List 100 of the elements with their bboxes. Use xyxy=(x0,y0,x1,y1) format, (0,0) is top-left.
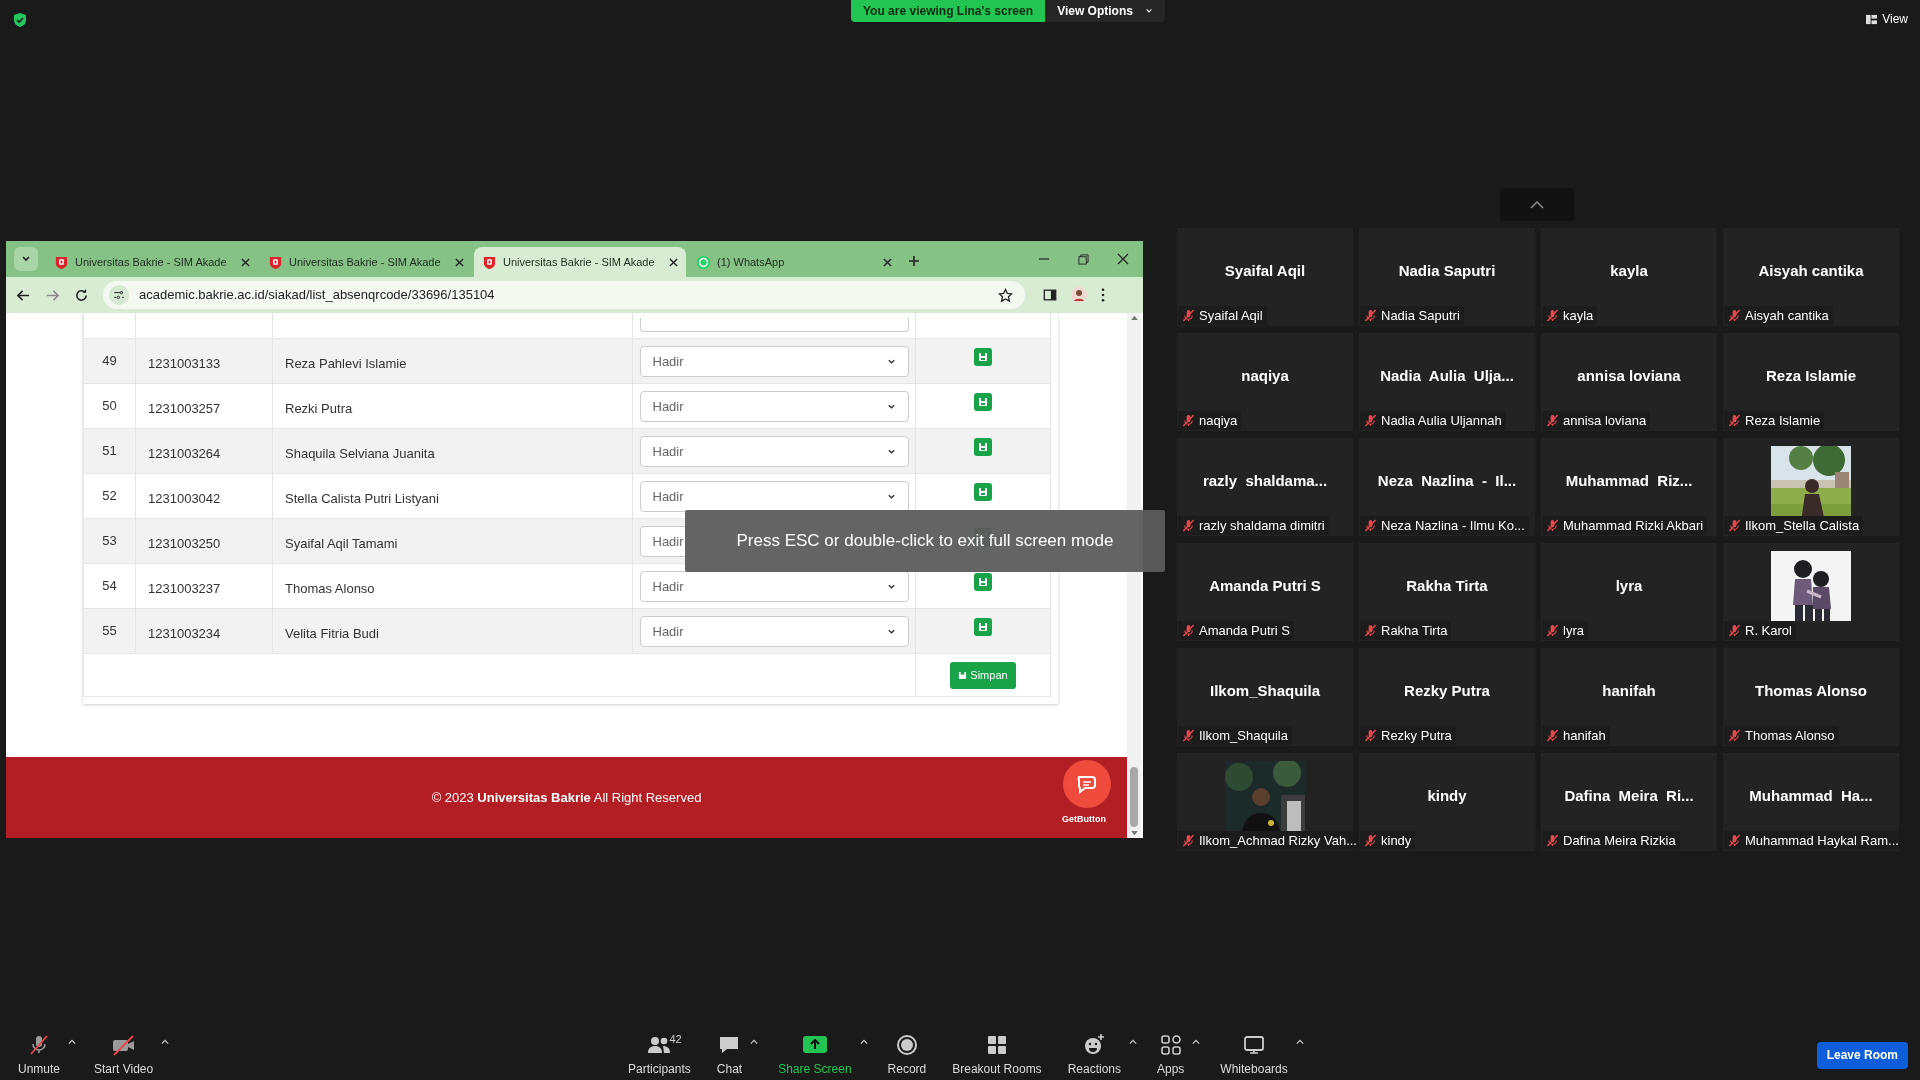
participant-label: Syaifal Aqil xyxy=(1199,306,1263,325)
participant-label: razly shaldama dimitri xyxy=(1199,516,1325,535)
save-button[interactable] xyxy=(974,618,992,636)
video-tile[interactable]: Thomas Alonso Thomas Alonso xyxy=(1723,648,1899,746)
side-panel-icon[interactable] xyxy=(1043,288,1057,302)
toolbar-button[interactable]: Reactions xyxy=(1061,1032,1127,1078)
restore-icon[interactable] xyxy=(1078,254,1089,265)
save-button[interactable] xyxy=(974,438,992,456)
toolbar-button[interactable]: Apps xyxy=(1151,1032,1191,1078)
participant-label: Aisyah cantika xyxy=(1745,306,1829,325)
star-icon[interactable] xyxy=(998,287,1013,303)
caret-icon[interactable] xyxy=(161,1038,170,1045)
row-number: 51 xyxy=(102,442,117,460)
video-tile[interactable]: lyra lyra xyxy=(1541,543,1717,641)
caret-icon[interactable] xyxy=(1192,1038,1201,1045)
status-select[interactable]: Hadir xyxy=(639,346,909,377)
browser-tab[interactable]: Universitas Bakrie - SIM Akade xyxy=(474,247,686,277)
scrollbar-thumb[interactable] xyxy=(1130,767,1138,827)
new-tab-icon[interactable] xyxy=(908,255,920,267)
video-tile[interactable]: annisa loviana annisa loviana xyxy=(1541,333,1717,431)
caret-icon[interactable] xyxy=(68,1038,77,1045)
participant-name: Ilkom_Shaquila xyxy=(1209,680,1320,701)
toolbar-button[interactable]: Participants 42 xyxy=(622,1032,697,1078)
muted-microphone-icon xyxy=(1364,309,1377,322)
video-tile[interactable]: Aisyah cantika Aisyah cantika xyxy=(1723,228,1899,326)
browser-tab[interactable]: Universitas Bakrie - SIM Akade xyxy=(46,247,258,277)
fullscreen-toast: Press ESC or double-click to exit full screen mode xyxy=(685,510,1165,572)
reload-icon[interactable] xyxy=(74,287,89,303)
scroll-up-icon[interactable] xyxy=(1130,315,1138,320)
caret-icon xyxy=(1530,200,1544,209)
caret-icon[interactable] xyxy=(750,1038,759,1045)
participant-label: hanifah xyxy=(1563,726,1606,745)
browser-tab[interactable]: (1) WhatsApp xyxy=(688,247,900,277)
caret-icon[interactable] xyxy=(1129,1038,1137,1045)
save-button[interactable] xyxy=(974,348,992,366)
video-tile[interactable]: Syaifal Aqil Syaifal Aqil xyxy=(1177,228,1353,326)
browser-tab[interactable]: Universitas Bakrie - SIM Akade xyxy=(260,247,472,277)
copyright-text: © 2023 Universitas Bakrie All Right Reserved xyxy=(431,788,702,807)
toolbar-button[interactable]: Breakout Rooms xyxy=(946,1032,1048,1078)
save-button[interactable] xyxy=(974,573,992,591)
chat-bubble-icon xyxy=(696,254,711,270)
close-icon[interactable] xyxy=(241,257,250,267)
participant-label: Dafina Meira Rizkia xyxy=(1563,831,1676,850)
muted-microphone-icon xyxy=(1364,834,1377,847)
toolbar-button[interactable]: Chat xyxy=(710,1032,749,1078)
toolbar-button[interactable]: Unmute xyxy=(12,1032,67,1078)
video-tile[interactable]: Rezky Putra Rezky Putra xyxy=(1359,648,1535,746)
close-icon[interactable] xyxy=(1117,253,1129,265)
status-select[interactable]: Hadir xyxy=(639,571,909,602)
status-select[interactable]: Hadir xyxy=(639,391,909,422)
video-off-icon xyxy=(110,1032,137,1057)
video-tile[interactable]: kayla kayla xyxy=(1541,228,1717,326)
address-bar[interactable]: academic.bakrie.ac.id/siakad/list_absenqrcode/33696/135104 xyxy=(103,281,1025,309)
video-tile[interactable]: naqiya naqiya xyxy=(1177,333,1353,431)
toolbar-button[interactable]: Start Video xyxy=(88,1032,160,1078)
save-button[interactable] xyxy=(974,483,992,501)
status-select[interactable]: Hadir xyxy=(639,481,909,512)
leave-room-button[interactable]: Leave Room xyxy=(1816,1041,1908,1069)
save-button[interactable] xyxy=(974,393,992,411)
close-icon[interactable] xyxy=(669,257,678,267)
shield-logo-icon xyxy=(54,254,69,270)
video-tile[interactable]: Nadia Saputri Nadia Saputri xyxy=(1359,228,1535,326)
muted-microphone-icon xyxy=(1364,414,1377,427)
status-select[interactable]: Hadir xyxy=(639,436,909,467)
menu-icon[interactable] xyxy=(1101,288,1105,302)
status-select[interactable]: Hadir xyxy=(639,616,909,647)
view-options-button[interactable]: View Options xyxy=(1045,0,1166,22)
video-tile[interactable]: Nadia Aulia Ulja... Nadia Aulia Uljannah xyxy=(1359,333,1535,431)
profile-avatar-icon[interactable] xyxy=(1071,287,1087,303)
video-tile[interactable]: Ilkom_Shaquila Ilkom_Shaquila xyxy=(1177,648,1353,746)
video-tile[interactable]: razly shaldama... razly shaldama dimitri xyxy=(1177,438,1353,536)
caret-icon xyxy=(886,582,896,591)
participant-name: Syaifal Aqil xyxy=(1224,260,1306,281)
video-tile[interactable]: Muhammad Riz... Muhammad Rizki Akbari xyxy=(1541,438,1717,536)
student-name: Shaquila Selviana Juanita xyxy=(285,446,435,461)
close-icon[interactable] xyxy=(455,257,464,267)
video-tile[interactable]: Neza Nazlina - Il... Neza Nazlina - Ilmu Ko... xyxy=(1359,438,1535,536)
site-settings-icon[interactable] xyxy=(109,285,129,305)
tab-list-button[interactable] xyxy=(14,247,38,271)
video-tile[interactable]: R. Karol xyxy=(1723,543,1899,641)
student-name: Velita Fitria Budi xyxy=(285,626,379,641)
video-tile[interactable]: kindy kindy xyxy=(1359,753,1535,851)
view-button[interactable]: View xyxy=(1866,10,1908,28)
video-tile[interactable]: Reza Islamie Reza Islamie xyxy=(1723,333,1899,431)
muted-microphone-icon xyxy=(1546,729,1559,742)
toolbar-button[interactable]: Record xyxy=(881,1032,933,1078)
video-tile[interactable]: Ilkom_Stella Calista xyxy=(1723,438,1899,536)
close-icon[interactable] xyxy=(883,257,892,267)
video-tile[interactable]: Dafina Meira Ri... Dafina Meira Rizkia xyxy=(1541,753,1717,851)
caret-icon xyxy=(886,357,896,366)
video-tile[interactable]: Rakha Tirta Rakha Tirta xyxy=(1359,543,1535,641)
participant-name: Rakha Tirta xyxy=(1406,575,1488,596)
toolbar-button[interactable]: Whiteboards xyxy=(1214,1032,1294,1078)
video-tile[interactable]: Amanda Putri S Amanda Putri S xyxy=(1177,543,1353,641)
caret-icon[interactable] xyxy=(1295,1038,1304,1045)
row-number: 52 xyxy=(102,487,117,505)
scroll-down-icon[interactable] xyxy=(1130,831,1138,836)
video-tile[interactable]: hanifah hanifah xyxy=(1541,648,1717,746)
toolbar-button[interactable]: Share Screen xyxy=(772,1032,858,1078)
caret-icon[interactable] xyxy=(859,1038,868,1045)
